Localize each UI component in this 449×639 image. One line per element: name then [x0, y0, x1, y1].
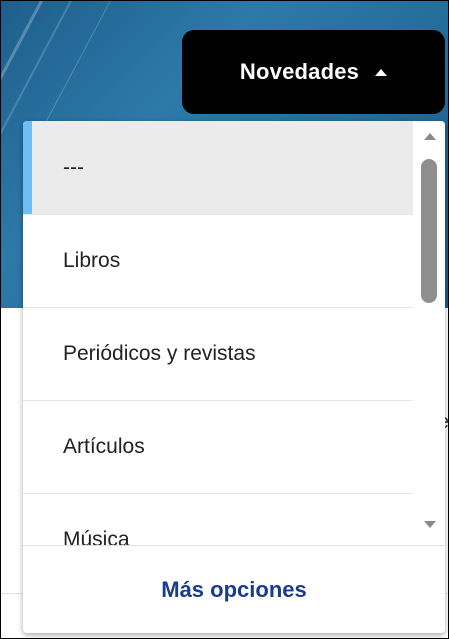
- page-frame: e t Novedades --- Libros Periódicos y re…: [0, 0, 449, 639]
- more-options-link[interactable]: Más opciones: [161, 577, 306, 603]
- scrollbar-thumb[interactable]: [421, 159, 437, 303]
- menu-option-label: ---: [63, 155, 84, 179]
- menu-option-periodicos-revistas[interactable]: Periódicos y revistas: [23, 308, 413, 401]
- menu-scrollbar[interactable]: [414, 121, 445, 545]
- menu-option-libros[interactable]: Libros: [23, 215, 413, 308]
- menu-option-label: Libros: [63, 249, 121, 272]
- menu-footer: Más opciones: [23, 545, 445, 633]
- caret-up-icon: [375, 68, 388, 76]
- novedades-dropdown-button[interactable]: Novedades: [182, 30, 445, 114]
- scroll-up-arrow-icon[interactable]: [424, 133, 436, 140]
- menu-option-label: Música: [63, 528, 130, 545]
- menu-option-label: Periódicos y revistas: [63, 342, 256, 365]
- menu-option-articulos[interactable]: Artículos: [23, 401, 413, 494]
- menu-option-none[interactable]: ---: [23, 121, 413, 215]
- menu-option-musica[interactable]: Música: [23, 494, 413, 545]
- scroll-down-arrow-icon[interactable]: [424, 521, 436, 528]
- menu-option-label: Artículos: [63, 435, 145, 458]
- banner-streak: [37, 1, 132, 139]
- dropdown-menu: --- Libros Periódicos y revistas Artícul…: [23, 121, 445, 633]
- dropdown-options-list[interactable]: --- Libros Periódicos y revistas Artícul…: [23, 121, 413, 545]
- dropdown-label: Novedades: [239, 59, 360, 84]
